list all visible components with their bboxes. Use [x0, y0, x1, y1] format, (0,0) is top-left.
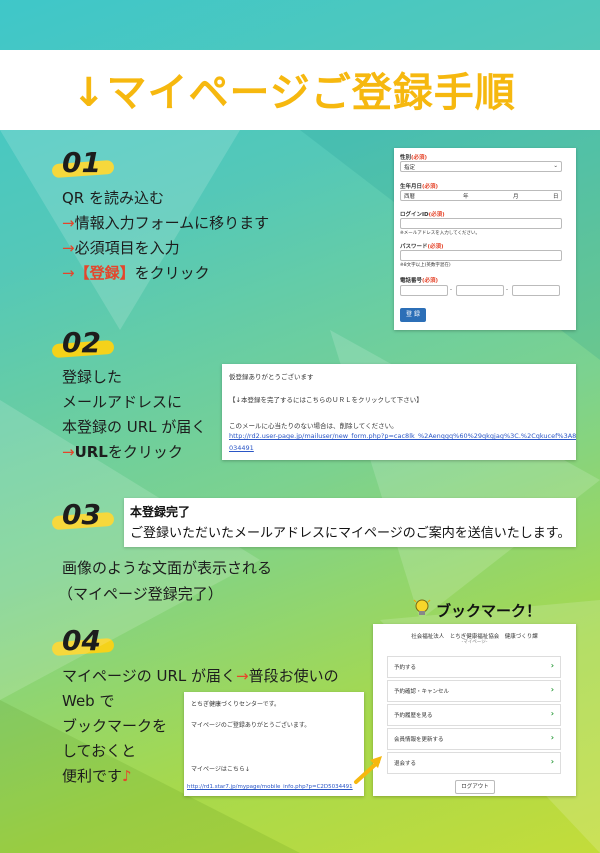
mail-line-1: 仮登録ありがとうございます [229, 373, 314, 381]
mypage-item-withdraw[interactable]: 退会する › [387, 752, 561, 774]
mypage-mail-line-3: マイページはこちら↓ [191, 766, 250, 773]
step-3-line-2: （マイページ登録完了） [58, 585, 223, 603]
password-hint: ※8文字以上(英数字混在) [400, 263, 451, 268]
mypage-screenshot: 社会福祉法人 とちぎ健康福祉協会 健康づくり課 -マイページ- 予約する › 予約… [373, 624, 576, 796]
logout-button[interactable]: ログアウト [455, 780, 495, 794]
provisional-mail-screenshot: 仮登録ありがとうございます 【↓本登録を完了するにはこちらのＵＲＬをクリックして… [222, 364, 576, 460]
light-bulb-icon [413, 599, 431, 615]
music-note-icon: ♪ [122, 767, 132, 785]
step-4-line-5: 便利です♪ [62, 767, 132, 785]
step-3-line-1: 画像のような文面が表示される [62, 559, 273, 577]
phone-input-3[interactable] [512, 285, 560, 296]
birth-label: 生年月日(必須) [400, 184, 439, 190]
phone-label: 電話番号(必須) [400, 278, 439, 284]
step-4-line-2: Web で [62, 692, 115, 710]
phone-input-2[interactable] [456, 285, 504, 296]
mypage-item-update-member[interactable]: 会員情報を更新する › [387, 728, 561, 750]
chevron-right-icon: › [550, 685, 554, 694]
mypage-mail-line-1: とちぎ健康づくりセンターです。 [191, 701, 281, 708]
complete-message: ご登録いただいたメールアドレスにマイページのご案内を送信いたします。 [130, 526, 571, 541]
step-2-number: 02 [51, 326, 115, 359]
step-4-line-1: マイページの URL が届く→普段お使いの [62, 667, 339, 685]
step-4-number: 04 [51, 624, 115, 657]
register-button[interactable]: 登 録 [400, 308, 426, 322]
mypage-item-confirm-cancel[interactable]: 予約確認・キャンセル › [387, 680, 561, 702]
mail-link-line-2[interactable]: 034491 [229, 444, 254, 452]
step-1-number: 01 [51, 146, 115, 179]
phone-input-1[interactable] [400, 285, 448, 296]
chevron-right-icon: › [550, 661, 554, 670]
gender-label: 性別(必須) [400, 155, 428, 161]
birth-input[interactable]: 西暦 年 月 日 [400, 190, 562, 201]
mail-link-line-1[interactable]: http://rd2.user-page.jp/mailuser/new_for… [229, 432, 576, 440]
mypage-item-history[interactable]: 予約履歴を見る › [387, 704, 561, 726]
bookmark-label: ブックマーク！ [436, 602, 542, 620]
step-2-line-2: メールアドレスに [62, 393, 183, 411]
login-id-label: ログインID(必須) [400, 212, 445, 218]
arrow-icon [354, 756, 382, 784]
step-4-line-4: しておくと [62, 742, 137, 760]
mail-line-3: このメールに心当たりのない場合は、削除してください。 [229, 422, 398, 430]
step-1-line-3: →必須項目を入力 [62, 239, 180, 257]
registration-complete-screenshot: 本登録完了 ご登録いただいたメールアドレスにマイページのご案内を送信いたします。 [124, 498, 576, 547]
step-2-line-4: →URLをクリック [62, 443, 183, 461]
page-title: ↓マイページご登録手順 [72, 70, 516, 116]
mypage-mail-link[interactable]: http://rd1.star7.jp/mypage/mobile_info.p… [187, 784, 353, 790]
step-2-line-3: 本登録の URL が届く [62, 418, 207, 436]
step-2-line-1: 登録した [62, 368, 123, 386]
step-1-line-2: →情報入力フォームに移ります [62, 214, 270, 232]
chevron-right-icon: › [550, 733, 554, 742]
chevron-right-icon: › [550, 757, 554, 766]
login-id-hint: ※メールアドレスを入力してください。 [400, 231, 480, 236]
gender-select[interactable]: 指定 ⌄ [400, 161, 562, 172]
login-id-input[interactable] [400, 218, 562, 229]
password-input[interactable] [400, 250, 562, 261]
registration-form-screenshot: 性別(必須) 指定 ⌄ 生年月日(必須) 西暦 年 月 日 ログインID(必須) … [394, 148, 576, 330]
mypage-mail-screenshot: とちぎ健康づくりセンターです。 マイページのご登録ありがとうございます。 マイペ… [184, 692, 364, 796]
step-4-line-3: ブックマークを [62, 717, 168, 735]
complete-title: 本登録完了 [130, 505, 191, 519]
mail-line-2: 【↓本登録を完了するにはこちらのＵＲＬをクリックして下さい】 [229, 396, 423, 404]
step-1-line-4: →【登録】をクリック [62, 264, 210, 282]
mypage-mail-line-2: マイページのご登録ありがとうございます。 [191, 722, 311, 729]
password-label: パスワード(必須) [400, 244, 444, 250]
mypage-item-reserve[interactable]: 予約する › [387, 656, 561, 678]
chevron-right-icon: › [550, 709, 554, 718]
step-3-number: 03 [51, 498, 115, 531]
mypage-subheader: -マイページ- [461, 640, 488, 645]
step-1-line-1: QR を読み込む [62, 189, 164, 207]
